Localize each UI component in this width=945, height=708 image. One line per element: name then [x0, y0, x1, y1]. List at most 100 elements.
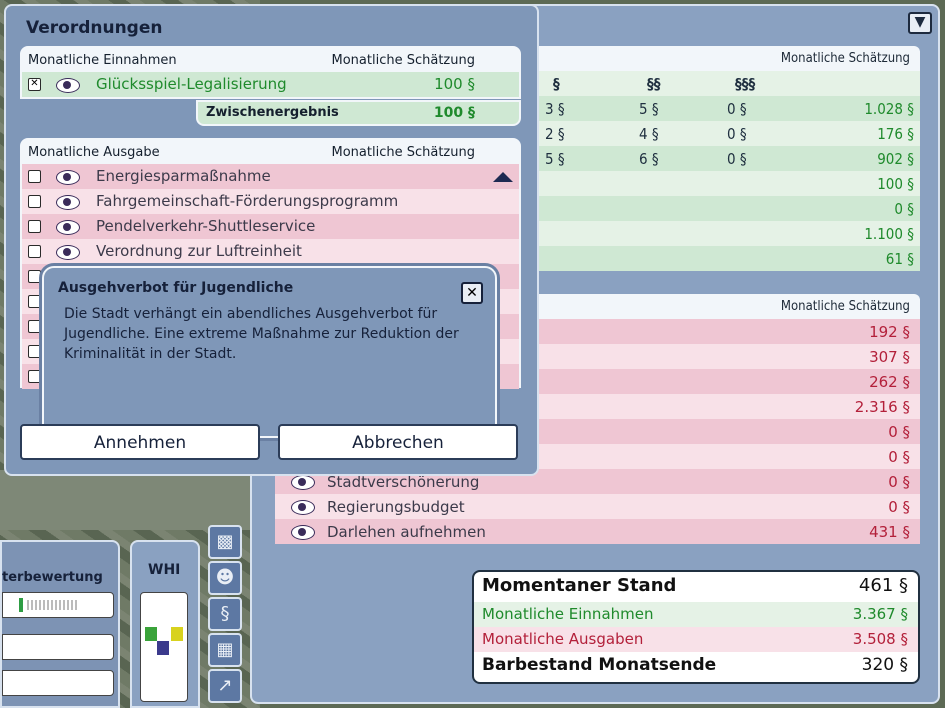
expense-row[interactable]: Darlehen aufnehmen 431 §: [275, 519, 920, 544]
expense-value: 262 §: [869, 372, 910, 391]
expense-value: 192 §: [869, 322, 910, 341]
dialog-title: Ausgehverbot für Jugendliche: [58, 280, 294, 296]
income-tier-value: 6 §: [639, 149, 659, 168]
income-tier-value: 2 §: [545, 124, 565, 143]
monthly-expense-row: Monatliche Ausgaben 3.508 §: [474, 627, 918, 652]
eye-icon[interactable]: [56, 220, 80, 235]
view-icon-bar: ▩ ☻ § ▦ ↗: [208, 525, 248, 708]
checkbox[interactable]: [28, 170, 41, 183]
eye-icon[interactable]: [291, 500, 315, 515]
expense-section-header: Monatliche Ausgabe Monatliche Schätzung: [28, 145, 475, 160]
income-table-header: Monatliche Schätzung: [505, 46, 920, 71]
expense-value: 0 §: [888, 447, 910, 466]
income-value: 902 §: [877, 149, 914, 168]
rating-meter: [2, 592, 114, 618]
close-icon[interactable]: ✕: [461, 282, 483, 304]
expense-label: Darlehen aufnehmen: [327, 522, 486, 541]
summary-box: Momentaner Stand 461 § Monatliche Einnah…: [472, 570, 920, 684]
line-chart-icon[interactable]: ↗: [208, 669, 242, 703]
checkbox[interactable]: [28, 195, 41, 208]
rating-panel: terbewertung: [0, 540, 120, 708]
ordinance-label: Energiesparmaßnahme: [96, 167, 271, 185]
eye-icon[interactable]: [56, 170, 80, 185]
checkbox[interactable]: [28, 245, 41, 258]
whi-chart: [140, 592, 188, 702]
checkbox-checked[interactable]: ✕: [28, 78, 41, 91]
income-section-header: Monatliche Einnahmen Monatliche Schätzun…: [28, 53, 475, 68]
month-end-row: Barbestand Monatsende 320 §: [482, 655, 908, 675]
ordinance-row[interactable]: Energiesparmaßnahme: [22, 164, 519, 189]
checkbox[interactable]: [28, 370, 41, 383]
dialog-body: Die Stadt verhängt ein abendliches Ausge…: [64, 306, 459, 362]
grid-icon[interactable]: ▦: [208, 633, 242, 667]
tier-label: §§: [647, 74, 661, 93]
eye-icon[interactable]: [56, 195, 80, 210]
income-tier-value: 3 §: [545, 99, 565, 118]
checkbox[interactable]: [28, 270, 41, 283]
income-value: 100 §: [877, 174, 914, 193]
whi-panel: WHI: [130, 540, 200, 708]
income-row: 2 § 4 § 0 § 176 §: [505, 121, 920, 146]
income-tier-value: 0 §: [727, 149, 747, 168]
expense-value: 0 §: [888, 472, 910, 491]
ordinance-label: Fahrgemeinschaft-Förderungsprogramm: [96, 192, 399, 210]
tier-label: §§§: [735, 74, 756, 93]
expense-label: Regierungsbudget: [327, 497, 465, 516]
income-table: Monatliche Schätzung § §§ §§§ 3 § 5 § 0 § 1…: [505, 46, 920, 271]
checkbox[interactable]: [28, 345, 41, 358]
income-tier-value: 0 §: [727, 99, 747, 118]
eye-icon[interactable]: [291, 475, 315, 490]
income-ordinances-section: Monatliche Einnahmen Monatliche Schätzun…: [20, 46, 521, 99]
expense-value: 0 §: [888, 497, 910, 516]
income-value: 0 §: [894, 199, 914, 218]
scroll-up-icon[interactable]: [493, 172, 513, 182]
collapse-icon[interactable]: ▼: [908, 12, 932, 34]
ordinance-info-dialog: Ausgehverbot für Jugendliche ✕ Die Stadt…: [42, 266, 497, 438]
income-value: 1.100 §: [864, 224, 914, 243]
subtotal-row: Zwischenergebnis 100 §: [196, 100, 521, 126]
person-icon[interactable]: ☻: [208, 561, 242, 595]
eye-icon[interactable]: [56, 78, 80, 93]
ordinance-row[interactable]: ✕ Glücksspiel-Legalisierung 100 §: [22, 72, 519, 97]
income-value: 61 §: [885, 249, 914, 268]
ordinance-row[interactable]: Pendelverkehr-Shuttleservice: [22, 214, 519, 239]
income-row: 61 §: [505, 246, 920, 271]
current-balance-row: Momentaner Stand 461 §: [482, 575, 908, 596]
income-row: 3 § 5 § 0 § 1.028 §: [505, 96, 920, 121]
eye-icon[interactable]: [291, 525, 315, 540]
expense-value: 2.316 §: [854, 397, 910, 416]
income-row: 5 § 6 § 0 § 902 §: [505, 146, 920, 171]
ordinance-label: Verordnung zur Luftreinheit: [96, 242, 302, 260]
city-road: [0, 470, 260, 530]
ordinances-title: Verordnungen: [26, 18, 163, 38]
tier-row: § §§ §§§: [505, 71, 920, 96]
rating-field: [2, 634, 114, 660]
rating-field: [2, 670, 114, 696]
income-tier-value: 5 §: [545, 149, 565, 168]
checkbox[interactable]: [28, 320, 41, 333]
checkbox[interactable]: [28, 220, 41, 233]
income-row: 0 §: [505, 196, 920, 221]
income-row: 1.100 §: [505, 221, 920, 246]
eye-icon[interactable]: [56, 245, 80, 260]
accept-button[interactable]: Annehmen: [20, 424, 260, 460]
income-tier-value: 0 §: [727, 124, 747, 143]
income-tier-value: 5 §: [639, 99, 659, 118]
cancel-button[interactable]: Abbrechen: [278, 424, 518, 460]
expense-value: 307 §: [869, 347, 910, 366]
expense-row[interactable]: Regierungsbudget 0 §: [275, 494, 920, 519]
tier-label: §: [553, 74, 560, 93]
checkbox[interactable]: [28, 295, 41, 308]
monthly-income-row: Monatliche Einnahmen 3.367 §: [474, 602, 918, 627]
income-tier-value: 4 §: [639, 124, 659, 143]
ordinance-label: Pendelverkehr-Shuttleservice: [96, 217, 316, 235]
money-icon[interactable]: §: [208, 597, 242, 631]
ordinance-row[interactable]: Fahrgemeinschaft-Förderungsprogramm: [22, 189, 519, 214]
expense-value: 0 §: [888, 422, 910, 441]
ordinance-row[interactable]: Verordnung zur Luftreinheit: [22, 239, 519, 264]
expense-value: 431 §: [869, 522, 910, 541]
income-row: 100 §: [505, 171, 920, 196]
income-value: 1.028 §: [864, 99, 914, 118]
bar-chart-icon[interactable]: ▩: [208, 525, 242, 559]
income-value: 176 §: [877, 124, 914, 143]
